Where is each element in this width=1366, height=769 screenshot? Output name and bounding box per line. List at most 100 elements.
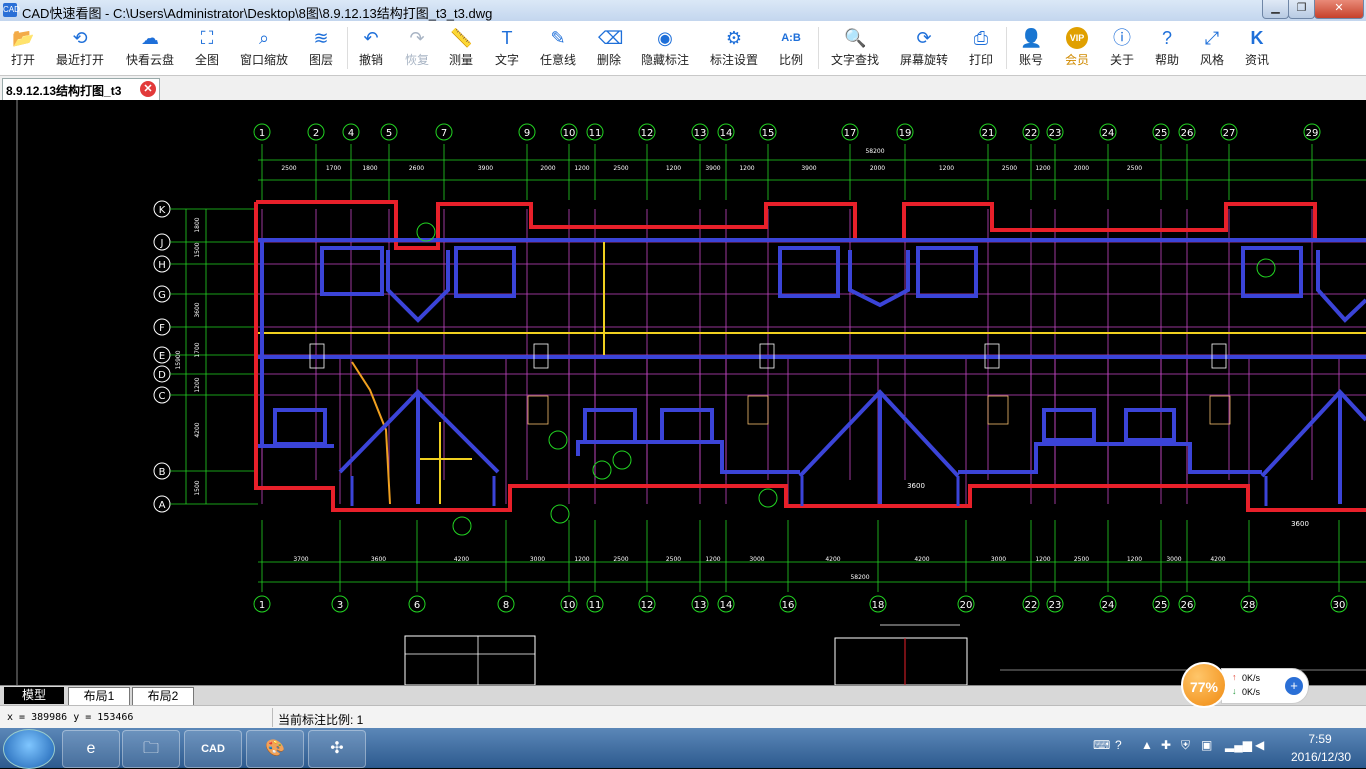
- taskbar-cad[interactable]: CAD: [184, 730, 242, 768]
- annotation-settings-button[interactable]: ⚙ 标注设置: [704, 23, 764, 73]
- dim-text-top: 2500: [1002, 165, 1017, 172]
- pencil-icon: ✎: [550, 28, 566, 48]
- dim-text-bottom: 1200: [1127, 556, 1142, 563]
- start-button[interactable]: [3, 729, 55, 769]
- dim-text-bottom: 3000: [1166, 556, 1181, 563]
- recent-open-button[interactable]: ⟲ 最近打开: [50, 23, 110, 73]
- close-tab-icon[interactable]: ✕: [140, 81, 156, 97]
- axis-label-row: F: [159, 323, 165, 334]
- about-button[interactable]: ⓘ 关于: [1101, 23, 1143, 73]
- tab-model[interactable]: 模型: [4, 687, 64, 704]
- style-button[interactable]: ⤢ 风格: [1191, 23, 1233, 73]
- detail-bubble: [452, 516, 472, 536]
- axis-label-bottom: 13: [694, 600, 707, 611]
- document-tab-label: 8.9.12.13结构打图_t3: [6, 84, 122, 98]
- undo-button[interactable]: ↶ 撤销: [350, 23, 392, 73]
- axis-label-bottom: 14: [720, 600, 733, 611]
- axis-label-bottom: 26: [1181, 600, 1194, 611]
- scale-button[interactable]: A:B 比例: [770, 23, 812, 73]
- redo-button[interactable]: ↷ 恢复: [396, 23, 438, 73]
- dim-text-bottom: 3000: [749, 556, 764, 563]
- network-speed-widget[interactable]: ↑ 0K/s ↓ 0K/s + 77%: [1181, 662, 1309, 708]
- beam-blue-box: [916, 246, 978, 298]
- axis-label-row: C: [159, 391, 166, 402]
- shield-icon[interactable]: ⛨: [1181, 738, 1190, 753]
- dim-text-bottom: 2500: [666, 556, 681, 563]
- ratio-icon: A:B: [781, 32, 801, 44]
- print-button[interactable]: ⎙ 打印: [960, 23, 1002, 73]
- taskbar-paint[interactable]: 🎨: [246, 730, 304, 768]
- cloud-icon: ☁: [141, 28, 159, 48]
- network-icon[interactable]: ▂▄▆: [1225, 738, 1252, 752]
- news-button[interactable]: K 资讯: [1236, 23, 1278, 73]
- taskbar-explorer[interactable]: 🗀: [122, 730, 180, 768]
- help-tray-icon[interactable]: ?: [1115, 738, 1122, 752]
- dim-text-top: 2600: [409, 165, 424, 172]
- axis-label-row: D: [158, 370, 166, 381]
- memory-usage-ball[interactable]: 77%: [1181, 662, 1227, 708]
- account-button[interactable]: 👤 账号: [1010, 23, 1052, 73]
- clipboard-icon[interactable]: ▣: [1201, 738, 1212, 752]
- beam-blue-v-shape: [1316, 250, 1366, 323]
- full-view-button[interactable]: ⛶ 全图: [186, 23, 228, 73]
- zoom-window-icon: ⌕: [258, 28, 270, 48]
- screen-rotate-button[interactable]: ⟳ 屏幕旋转: [894, 23, 954, 73]
- axis-label-row: K: [159, 205, 166, 216]
- dim-text-top: 2500: [1127, 165, 1142, 172]
- measure-button[interactable]: 📏 测量: [440, 23, 482, 73]
- freeline-button[interactable]: ✎ 任意线: [532, 23, 584, 73]
- dim-text-side: 1500: [194, 242, 201, 257]
- hide-annotation-button[interactable]: ◉ 隐藏标注: [636, 23, 694, 73]
- maximize-button[interactable]: ❐: [1288, 0, 1315, 19]
- detail-drawing-left: [404, 635, 536, 685]
- text-search-button[interactable]: 🔍 文字查找: [825, 23, 885, 73]
- minimize-button[interactable]: ▁: [1262, 0, 1289, 19]
- delete-button[interactable]: ⌫ 删除: [588, 23, 630, 73]
- opening-rect-lower: [1209, 395, 1231, 425]
- layers-button[interactable]: ≋ 图层: [300, 23, 342, 73]
- tab-layout2[interactable]: 布局2: [132, 687, 194, 706]
- dim-text-top: 1700: [326, 165, 341, 172]
- taskbar-ie[interactable]: e: [62, 730, 120, 768]
- axis-label-bottom: 6: [414, 600, 420, 611]
- upload-arrow-icon: ↑: [1232, 672, 1237, 682]
- axis-label-top: 22: [1025, 128, 1038, 139]
- dim-text-bottom: 3000: [530, 556, 545, 563]
- cloud-disk-button[interactable]: ☁ 快看云盘: [120, 23, 180, 73]
- help-button[interactable]: ? 帮助: [1146, 23, 1188, 73]
- ruler-icon: 📏: [450, 28, 473, 48]
- axis-label-bottom: 28: [1243, 600, 1256, 611]
- close-button[interactable]: ✕: [1314, 0, 1364, 19]
- text-button[interactable]: T 文字: [486, 23, 528, 73]
- detail-bubble: [612, 450, 632, 470]
- dim-text-bottom: 1200: [705, 556, 720, 563]
- help-icon: ?: [1161, 28, 1172, 48]
- drawing-canvas[interactable]: 1 2 4 5 7 9 10 11 12 13 14 15 17 19 21 22 23 24 25 26 27 29 1 3…: [0, 100, 1366, 685]
- clock-time[interactable]: 7:59: [1285, 732, 1355, 746]
- plus-icon[interactable]: +: [1285, 677, 1303, 695]
- document-tab[interactable]: 8.9.12.13结构打图_t3 ✕: [2, 78, 160, 100]
- volume-icon[interactable]: ◀: [1255, 738, 1264, 752]
- dim-text-side: 1800: [194, 217, 201, 232]
- dim-text-side: 1500: [194, 480, 201, 495]
- beam-blue-box: [1124, 408, 1176, 442]
- dim-text-top-total: 58200: [865, 148, 884, 155]
- clock-date[interactable]: 2016/12/30: [1281, 750, 1361, 764]
- dim-text-top: 1200: [939, 165, 954, 172]
- tab-layout1[interactable]: 布局1: [68, 687, 130, 706]
- toolbar-divider: [1006, 27, 1007, 69]
- dim-text-top: 1200: [1035, 165, 1050, 172]
- taskbar-tool[interactable]: ✣: [308, 730, 366, 768]
- keyboard-icon[interactable]: ⌨: [1093, 738, 1110, 752]
- show-hidden-icon[interactable]: ▲: [1141, 738, 1153, 752]
- status-divider: [272, 708, 273, 727]
- window-zoom-button[interactable]: ⌕ 窗口缩放: [234, 23, 294, 73]
- dim-text-bottom: 3000: [991, 556, 1006, 563]
- system-tray: ⌨ ? ▲ ✚ ⛨ ▣ ▂▄▆ ◀ 7:59 2016/12/30: [1085, 728, 1366, 768]
- open-button[interactable]: 📂 打开: [2, 23, 44, 73]
- dim-text-top: 2000: [1074, 165, 1089, 172]
- axis-label-top: 15: [762, 128, 775, 139]
- detail-bubble: [1256, 258, 1276, 278]
- vip-button[interactable]: VIP 会员: [1056, 23, 1098, 73]
- green-plus-icon[interactable]: ✚: [1161, 738, 1171, 752]
